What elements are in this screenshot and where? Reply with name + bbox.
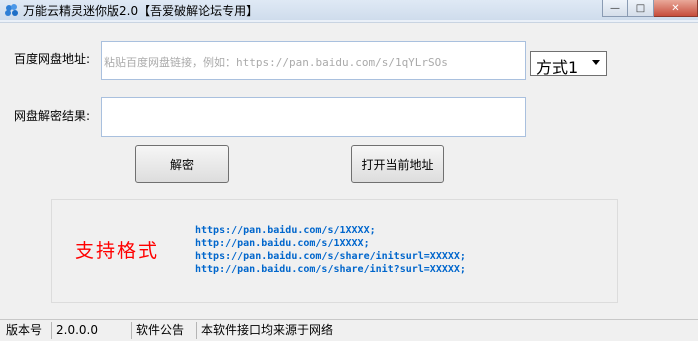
method-selected-value: 方式1: [536, 58, 579, 77]
chevron-down-icon: [592, 60, 600, 65]
close-button[interactable]: ✕: [654, 0, 698, 17]
main-panel: 百度网盘地址: 粘贴百度网盘链接，例如：https://pan.baidu.co…: [0, 22, 698, 319]
result-label: 网盘解密结果:: [14, 109, 91, 123]
status-bar: 版本号 2.0.0.0 软件公告 本软件接口均来源于网络: [0, 319, 698, 341]
format-item: https://pan.baidu.com/s/1XXXX;: [195, 225, 376, 236]
baidu-url-input[interactable]: 粘贴百度网盘链接，例如：https://pan.baidu.com/s/1qYL…: [101, 41, 526, 80]
format-item: https://pan.baidu.com/s/share/initsurl=X…: [195, 251, 466, 262]
result-field[interactable]: [101, 97, 526, 137]
url-placeholder: 粘贴百度网盘链接，例如：https://pan.baidu.com/s/1qYL…: [104, 56, 448, 69]
version-label: 版本号: [2, 322, 52, 339]
window-title: 万能云精灵迷你版2.0【吾爱破解论坛专用】: [23, 4, 259, 18]
supported-formats-title: 支持格式: [75, 240, 160, 262]
maximize-icon: □: [635, 2, 646, 14]
notice-label: 软件公告: [132, 322, 197, 339]
notice-text: 本软件接口均来源于网络: [201, 323, 334, 337]
format-list: https://pan.baidu.com/s/1XXXX; http://pa…: [195, 224, 466, 276]
open-url-button[interactable]: 打开当前地址: [351, 145, 444, 183]
close-icon: ✕: [671, 2, 680, 14]
minimize-icon: —: [610, 2, 620, 14]
method-select[interactable]: 方式1: [530, 51, 607, 77]
format-item: http://pan.baidu.com/s/share/init?surl=X…: [195, 264, 466, 275]
decrypt-button[interactable]: 解密: [135, 145, 229, 183]
cloud-icon: [5, 4, 18, 16]
format-item: http://pan.baidu.com/s/1XXXX;: [195, 238, 370, 249]
version-value: 2.0.0.0: [52, 322, 132, 339]
decrypt-button-label: 解密: [169, 157, 194, 172]
open-url-button-label: 打开当前地址: [361, 157, 434, 172]
maximize-button[interactable]: □: [628, 0, 654, 17]
title-bar: 万能云精灵迷你版2.0【吾爱破解论坛专用】 — □ ✕: [0, 0, 698, 20]
minimize-button[interactable]: —: [602, 0, 628, 17]
url-label: 百度网盘地址:: [14, 52, 91, 66]
supported-formats-panel: 支持格式 https://pan.baidu.com/s/1XXXX; http…: [51, 199, 618, 303]
